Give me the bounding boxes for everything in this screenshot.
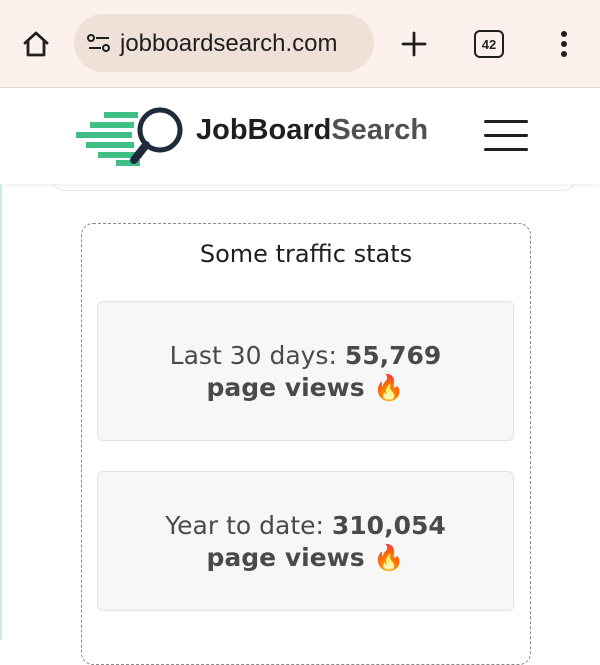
magnifier-logo-icon[interactable] <box>76 104 186 170</box>
home-icon[interactable] <box>14 22 58 66</box>
hamburger-menu-icon[interactable] <box>484 118 530 154</box>
stat-unit: page views <box>206 543 365 572</box>
tab-count: 42 <box>474 30 504 58</box>
brand-part1: JobBoard <box>196 114 332 146</box>
stat-unit: page views <box>206 373 365 402</box>
fire-icon: 🔥 <box>373 373 405 402</box>
stat-line: Last 30 days: 55,769 <box>98 340 513 372</box>
new-tab-icon[interactable] <box>392 22 436 66</box>
tab-switcher-button[interactable]: 42 <box>466 22 512 66</box>
stat-unit-line: page views 🔥 <box>98 542 513 574</box>
fire-icon: 🔥 <box>373 543 405 572</box>
url-text[interactable]: jobboardsearch.com <box>120 30 337 58</box>
stat-unit-line: page views 🔥 <box>98 372 513 404</box>
stat-card-last-30-days: Last 30 days: 55,769 page views 🔥 <box>97 301 514 441</box>
stat-card-year-to-date: Year to date: 310,054 page views 🔥 <box>97 471 514 611</box>
page-edge-divider <box>0 184 2 640</box>
stat-label: Year to date: <box>165 511 332 540</box>
stat-value: 55,769 <box>344 341 442 370</box>
brand-wordmark[interactable]: JobBoardSearch <box>196 114 428 147</box>
brand-part2: Search <box>331 114 429 146</box>
traffic-stats-panel: Some traffic stats Last 30 days: 55,769 … <box>81 223 531 665</box>
stat-value: 310,054 <box>331 511 446 540</box>
address-bar[interactable]: jobboardsearch.com <box>74 14 374 72</box>
browser-toolbar: jobboardsearch.com 42 <box>0 0 600 88</box>
site-settings-icon[interactable] <box>84 28 114 58</box>
more-menu-icon[interactable] <box>544 22 584 66</box>
stat-label: Last 30 days: <box>169 341 345 370</box>
site-header: JobBoardSearch <box>0 88 600 184</box>
stats-title: Some traffic stats <box>199 240 413 268</box>
stat-line: Year to date: 310,054 <box>98 510 513 542</box>
